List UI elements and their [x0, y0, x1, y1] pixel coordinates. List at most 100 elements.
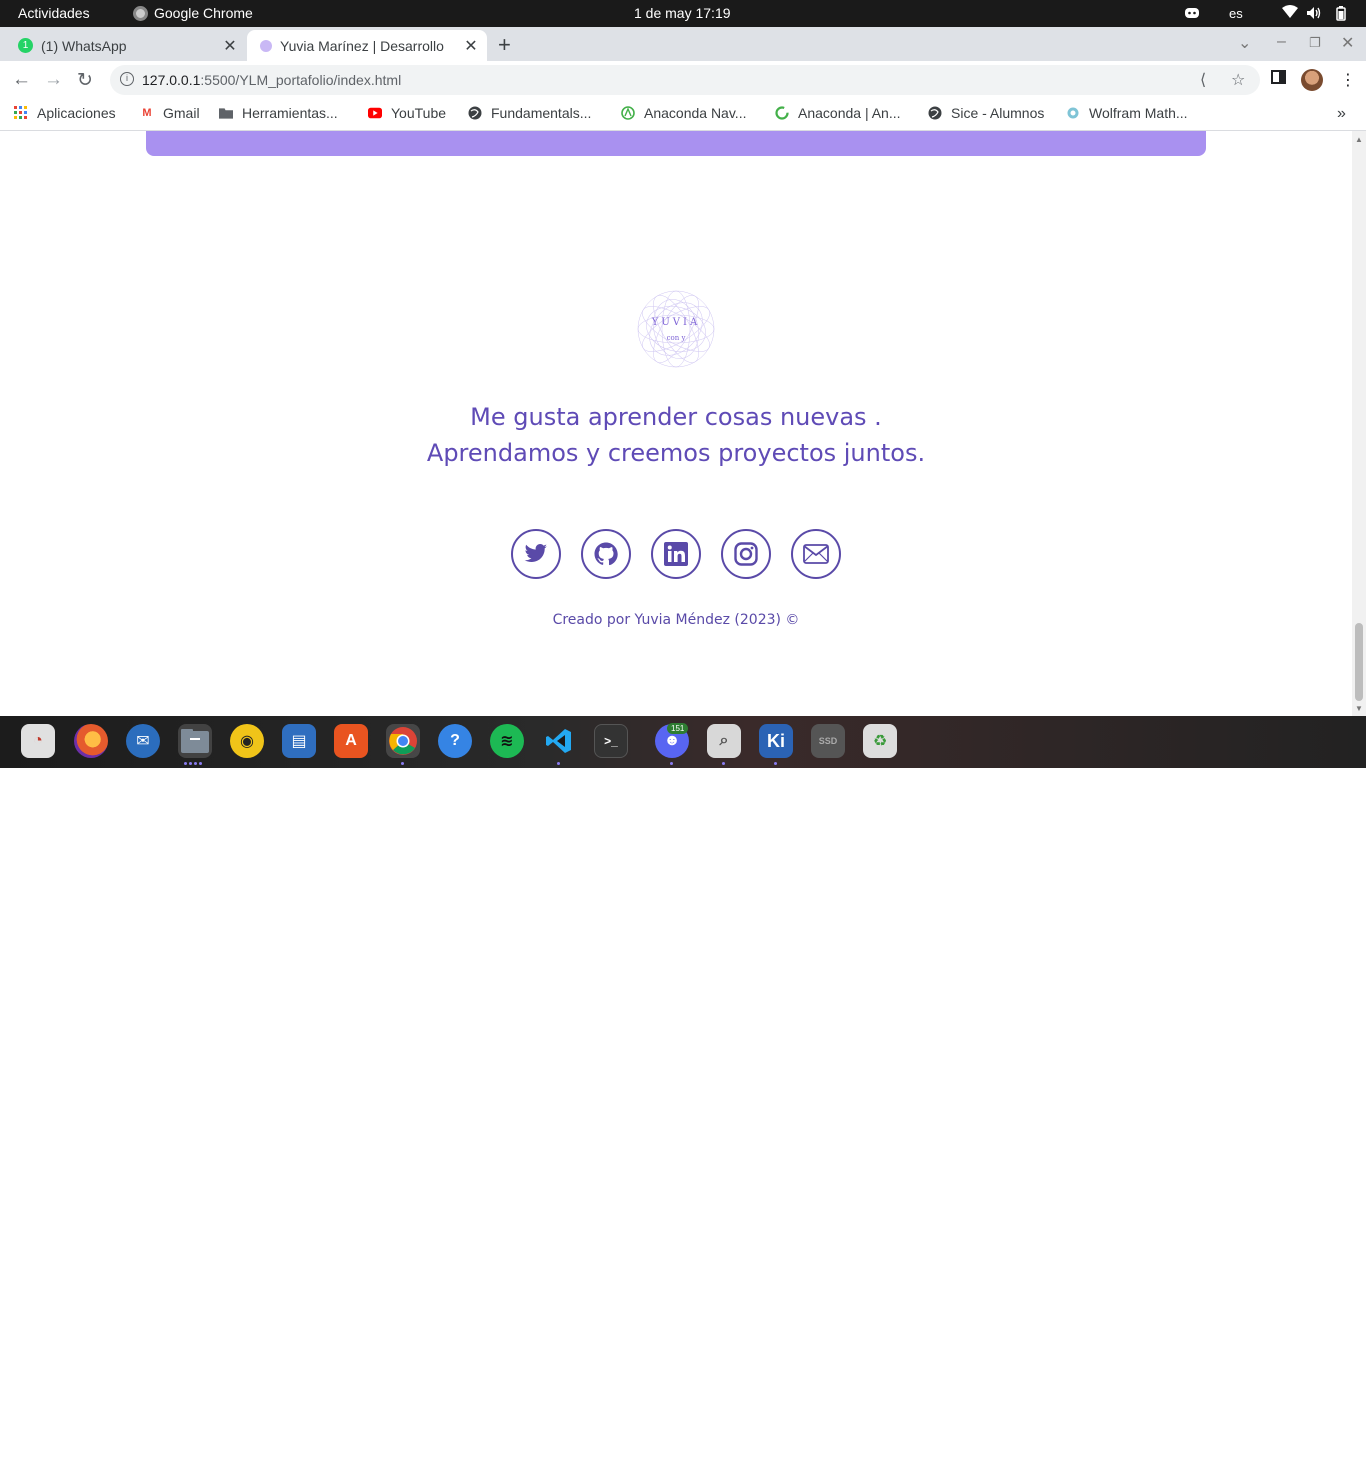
bookmark-herramientas[interactable]: Herramientas...	[219, 105, 338, 121]
help-app-icon[interactable]: ◔	[21, 724, 55, 758]
twitter-icon	[524, 544, 547, 562]
minimize-window-icon[interactable]: –	[1277, 33, 1286, 51]
bookmark-star-icon[interactable]: ☆	[1231, 70, 1245, 90]
system-top-bar: Actividades Google Chrome 1 de may 17:19…	[0, 0, 1366, 27]
profile-avatar[interactable]	[1301, 69, 1323, 91]
bookmarks-bar: Aplicaciones M Gmail Herramientas... You…	[0, 99, 1366, 131]
app-name: Google Chrome	[154, 5, 253, 21]
show-apps-icon[interactable]	[1323, 1447, 1343, 1467]
vscode-icon[interactable]	[542, 724, 576, 758]
running-indicator	[184, 762, 202, 765]
github-icon	[594, 542, 618, 566]
email-link[interactable]	[791, 529, 841, 579]
tagline-line: Me gusta aprender cosas nuevas .	[470, 403, 882, 431]
new-tab-button[interactable]: +	[498, 32, 511, 58]
writer-icon[interactable]: ▤	[282, 724, 316, 758]
section-banner	[146, 131, 1206, 156]
tab-title: Yuvia Marínez | Desarrollo	[280, 37, 444, 54]
software-store-icon[interactable]: A	[334, 724, 368, 758]
discord-tray-icon[interactable]	[1184, 6, 1200, 20]
close-window-icon[interactable]: ✕	[1341, 33, 1354, 53]
bookmark-aplicaciones[interactable]: Aplicaciones	[14, 105, 116, 121]
language-indicator[interactable]: es	[1229, 6, 1243, 21]
gmail-icon: M	[142, 107, 152, 119]
yuvia-logo: YUVIA con y	[636, 289, 716, 369]
power-menu-icon[interactable]	[1336, 6, 1346, 21]
running-indicator	[401, 762, 404, 765]
linkedin-link[interactable]	[651, 529, 701, 579]
bookmark-label: Herramientas...	[242, 105, 338, 121]
app-menu[interactable]: Google Chrome	[133, 5, 253, 21]
more-menu-icon[interactable]: ⋮	[1340, 70, 1356, 90]
tab-portfolio[interactable]: Yuvia Marínez | Desarrollo ✕	[247, 30, 487, 61]
restore-window-icon[interactable]: ❐	[1309, 35, 1321, 51]
globe-icon	[468, 106, 482, 120]
anaconda-ring-icon	[775, 106, 789, 120]
back-arrow-icon[interactable]: ←	[12, 69, 31, 91]
firefox-icon[interactable]	[74, 724, 108, 758]
bookmark-label: Aplicaciones	[37, 105, 116, 121]
files-icon[interactable]	[178, 724, 212, 758]
address-bar[interactable]: i 127.0.0.1:5500/YLM_portafolio/index.ht…	[110, 65, 1260, 95]
bookmark-sice[interactable]: Sice - Alumnos	[928, 105, 1044, 121]
footer-credit: Creado por Yuvia Méndez (2023) ©	[552, 612, 800, 628]
kicad-icon[interactable]: Ki	[759, 724, 793, 758]
scroll-up-icon[interactable]: ▲	[1355, 135, 1363, 144]
running-indicator	[557, 762, 560, 765]
ssd-drive-icon[interactable]: SSD	[811, 724, 845, 758]
site-info-icon[interactable]: i	[120, 72, 134, 86]
chrome-icon	[133, 5, 148, 21]
page-scrollbar[interactable]: ▲ ▼	[1352, 131, 1366, 716]
clock[interactable]: 1 de may 17:19	[634, 5, 731, 21]
url-text[interactable]: 127.0.0.1:5500/YLM_portafolio/index.html	[142, 72, 401, 88]
wifi-icon[interactable]	[1282, 5, 1298, 19]
volume-icon[interactable]	[1306, 6, 1322, 20]
bookmark-wolfram[interactable]: Wolfram Math...	[1066, 105, 1188, 121]
bookmark-label: Wolfram Math...	[1089, 105, 1188, 121]
github-link[interactable]	[581, 529, 631, 579]
chrome-dock-icon[interactable]	[386, 724, 420, 758]
side-panel-icon[interactable]	[1271, 70, 1286, 89]
scroll-down-icon[interactable]: ▼	[1355, 704, 1363, 713]
share-icon[interactable]: ⟨	[1200, 70, 1206, 90]
bookmark-gmail[interactable]: M Gmail	[140, 105, 199, 121]
close-tab-icon[interactable]: ✕	[461, 36, 481, 56]
wolfram-icon	[1066, 106, 1080, 120]
running-indicator	[774, 762, 777, 765]
rhythmbox-icon[interactable]: ◉	[230, 724, 264, 758]
tagline-line: Aprendamos y creemos proyectos juntos.	[426, 439, 926, 467]
tab-search-chevron-icon[interactable]: ⌄	[1238, 33, 1251, 53]
tab-whatsapp[interactable]: 1 (1) WhatsApp ✕	[0, 30, 246, 61]
bookmark-anaconda[interactable]: Anaconda | An...	[775, 105, 901, 121]
terminal-icon[interactable]: >_	[594, 724, 628, 758]
bookmark-label: Fundamentals...	[491, 105, 592, 121]
trash-icon[interactable]: ♻	[863, 724, 897, 758]
bookmark-fundamentals[interactable]: Fundamentals...	[468, 105, 591, 121]
help-icon[interactable]: ?	[438, 724, 472, 758]
logo-wordmark: YUVIA	[651, 317, 701, 328]
instagram-link[interactable]	[721, 529, 771, 579]
logo-subtitle: con y	[666, 334, 686, 342]
footer-tagline: Me gusta aprender cosas nuevas . Aprenda…	[0, 399, 1352, 471]
whatsapp-icon: 1	[18, 38, 33, 53]
spotify-icon[interactable]: ≋	[490, 724, 524, 758]
globe-icon	[928, 106, 942, 120]
running-indicator	[722, 762, 725, 765]
image-viewer-icon[interactable]: ⌕	[707, 724, 741, 758]
tab-strip: 1 (1) WhatsApp ✕ Yuvia Marínez | Desarro…	[0, 27, 1366, 61]
activities-button[interactable]: Actividades	[18, 5, 90, 21]
twitter-link[interactable]	[511, 529, 561, 579]
bookmark-youtube[interactable]: YouTube	[368, 105, 446, 121]
thunderbird-icon[interactable]: ✉	[126, 724, 160, 758]
scrollbar-thumb[interactable]	[1355, 623, 1363, 701]
more-bookmarks-chevron-icon[interactable]: »	[1337, 105, 1346, 123]
close-tab-icon[interactable]: ✕	[220, 36, 240, 56]
forward-arrow-icon[interactable]: →	[44, 69, 63, 91]
portfolio-favicon-icon	[260, 39, 272, 52]
linkedin-icon	[664, 542, 688, 566]
anaconda-icon	[621, 106, 635, 120]
bookmark-anaconda-nav[interactable]: Anaconda Nav...	[621, 105, 746, 121]
bookmark-label: YouTube	[391, 105, 447, 121]
reload-icon[interactable]: ↻	[77, 69, 93, 92]
youtube-icon	[368, 106, 382, 120]
